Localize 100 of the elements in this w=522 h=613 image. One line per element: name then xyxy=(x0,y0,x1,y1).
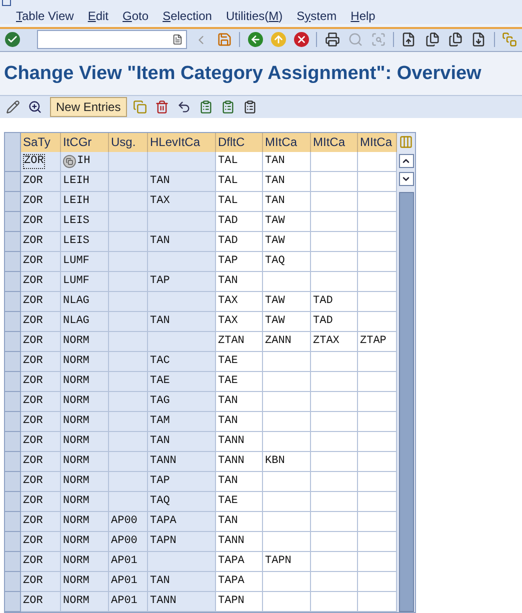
row-selector[interactable] xyxy=(5,452,21,472)
menu-item[interactable]: Utilities(M) xyxy=(226,6,283,25)
table-cell[interactable] xyxy=(358,152,397,172)
table-cell[interactable]: ZOR xyxy=(21,212,61,232)
column-header[interactable]: ItCGr xyxy=(61,133,109,152)
enter-icon[interactable] xyxy=(4,30,22,49)
menu-item[interactable]: Selection xyxy=(162,6,212,25)
table-cell[interactable]: ZOR xyxy=(21,352,61,372)
table-cell[interactable]: TAE xyxy=(216,372,263,392)
pencil-icon[interactable] xyxy=(4,98,22,116)
table-cell[interactable]: TAX xyxy=(148,192,216,212)
table-cell[interactable] xyxy=(109,152,148,172)
table-cell[interactable] xyxy=(311,352,358,372)
table-cell[interactable] xyxy=(263,432,311,452)
table-cell[interactable] xyxy=(109,212,148,232)
table-cell[interactable] xyxy=(311,372,358,392)
table-cell[interactable]: TAE xyxy=(216,352,263,372)
table-cell[interactable] xyxy=(358,412,397,432)
table-cell[interactable] xyxy=(263,392,311,412)
table-cell[interactable]: TANN xyxy=(148,452,216,472)
table-cell[interactable]: LEIH xyxy=(61,172,109,192)
table-cell[interactable] xyxy=(109,432,148,452)
table-cell[interactable] xyxy=(263,352,311,372)
table-cell[interactable] xyxy=(358,472,397,492)
back-icon[interactable] xyxy=(246,30,264,49)
table-cell[interactable]: TAPN xyxy=(148,532,216,552)
table-cell[interactable]: TAPN xyxy=(216,592,263,612)
table-cell[interactable]: NORM xyxy=(61,432,109,452)
table-cell[interactable] xyxy=(109,172,148,192)
table-cell[interactable]: TAW xyxy=(263,232,311,252)
row-selector[interactable] xyxy=(5,312,21,332)
table-cell[interactable]: LUMF xyxy=(61,272,109,292)
table-cell[interactable] xyxy=(311,492,358,512)
table-cell[interactable] xyxy=(109,412,148,432)
row-selector[interactable] xyxy=(5,152,21,172)
row-selector[interactable] xyxy=(5,372,21,392)
table-cell[interactable]: TAD xyxy=(311,292,358,312)
scroll-up-button[interactable] xyxy=(398,154,414,168)
table-cell[interactable]: NORM xyxy=(61,512,109,532)
exit-icon[interactable] xyxy=(270,30,288,49)
table-cell[interactable]: TAP xyxy=(216,252,263,272)
table-cell[interactable] xyxy=(109,192,148,212)
table-cell[interactable] xyxy=(358,552,397,572)
table-cell[interactable] xyxy=(311,212,358,232)
table-cell[interactable] xyxy=(109,452,148,472)
new-entries-button[interactable]: New Entries xyxy=(50,97,127,118)
table-cell[interactable]: TAN xyxy=(216,512,263,532)
dropdown-icon[interactable] xyxy=(172,34,183,46)
table-cell[interactable] xyxy=(109,312,148,332)
row-selector[interactable] xyxy=(5,172,21,192)
row-selector[interactable] xyxy=(5,552,21,572)
table-cell[interactable]: ZOR xyxy=(21,592,61,612)
table-cell[interactable]: NORM xyxy=(61,492,109,512)
row-selector[interactable] xyxy=(5,532,21,552)
table-cell[interactable] xyxy=(263,532,311,552)
table-cell[interactable]: TANN xyxy=(216,532,263,552)
table-cell[interactable]: AP00 xyxy=(109,512,148,532)
table-cell[interactable]: TAN xyxy=(148,312,216,332)
table-cell[interactable] xyxy=(358,492,397,512)
table-cell[interactable]: TAN xyxy=(148,572,216,592)
table-cell[interactable]: TAE xyxy=(148,372,216,392)
row-selector[interactable] xyxy=(5,492,21,512)
menu-item[interactable]: Goto xyxy=(122,6,149,25)
table-cell[interactable]: TAC xyxy=(148,352,216,372)
print-icon[interactable] xyxy=(323,30,341,49)
table-cell[interactable]: TAN xyxy=(148,432,216,452)
table-cell[interactable]: NORM xyxy=(61,412,109,432)
table-cell[interactable]: TANN xyxy=(148,592,216,612)
table-cell[interactable]: ZOR xyxy=(21,192,61,212)
table-cell[interactable]: ZOR xyxy=(21,532,61,552)
table-cell[interactable] xyxy=(358,232,397,252)
menu-item[interactable]: Table View xyxy=(16,6,74,25)
table-cell[interactable] xyxy=(358,312,397,332)
table-cell[interactable] xyxy=(311,552,358,572)
table-cell[interactable]: ZOR xyxy=(21,492,61,512)
row-selector[interactable] xyxy=(5,392,21,412)
table-cell[interactable]: TAN xyxy=(216,392,263,412)
table-cell[interactable] xyxy=(148,252,216,272)
table-cell[interactable]: TAD xyxy=(311,312,358,332)
table-cell[interactable]: ZOR xyxy=(21,272,61,292)
copy-icon[interactable] xyxy=(130,98,149,116)
table-cell[interactable]: ZOR xyxy=(21,232,61,252)
table-cell[interactable] xyxy=(263,512,311,532)
table-cell[interactable]: TAN xyxy=(216,272,263,292)
table-cell[interactable]: TAN xyxy=(216,412,263,432)
table-cell[interactable] xyxy=(358,272,397,292)
table-cell[interactable]: TAPA xyxy=(148,512,216,532)
table-cell[interactable]: LUMF xyxy=(61,252,109,272)
table-cell[interactable]: TAN xyxy=(148,172,216,192)
table-cell[interactable] xyxy=(358,572,397,592)
layout-icon[interactable] xyxy=(500,30,518,49)
table-cell[interactable] xyxy=(109,252,148,272)
table-cell[interactable]: ZOR xyxy=(21,372,61,392)
row-selector[interactable] xyxy=(5,512,21,532)
table-cell[interactable]: ZOR xyxy=(21,252,61,272)
table-cell[interactable] xyxy=(148,152,216,172)
table-cell[interactable]: TAX xyxy=(216,312,263,332)
row-selector[interactable] xyxy=(5,272,21,292)
column-header[interactable]: HLevItCa xyxy=(148,133,216,152)
table-cell[interactable]: NORM xyxy=(61,572,109,592)
